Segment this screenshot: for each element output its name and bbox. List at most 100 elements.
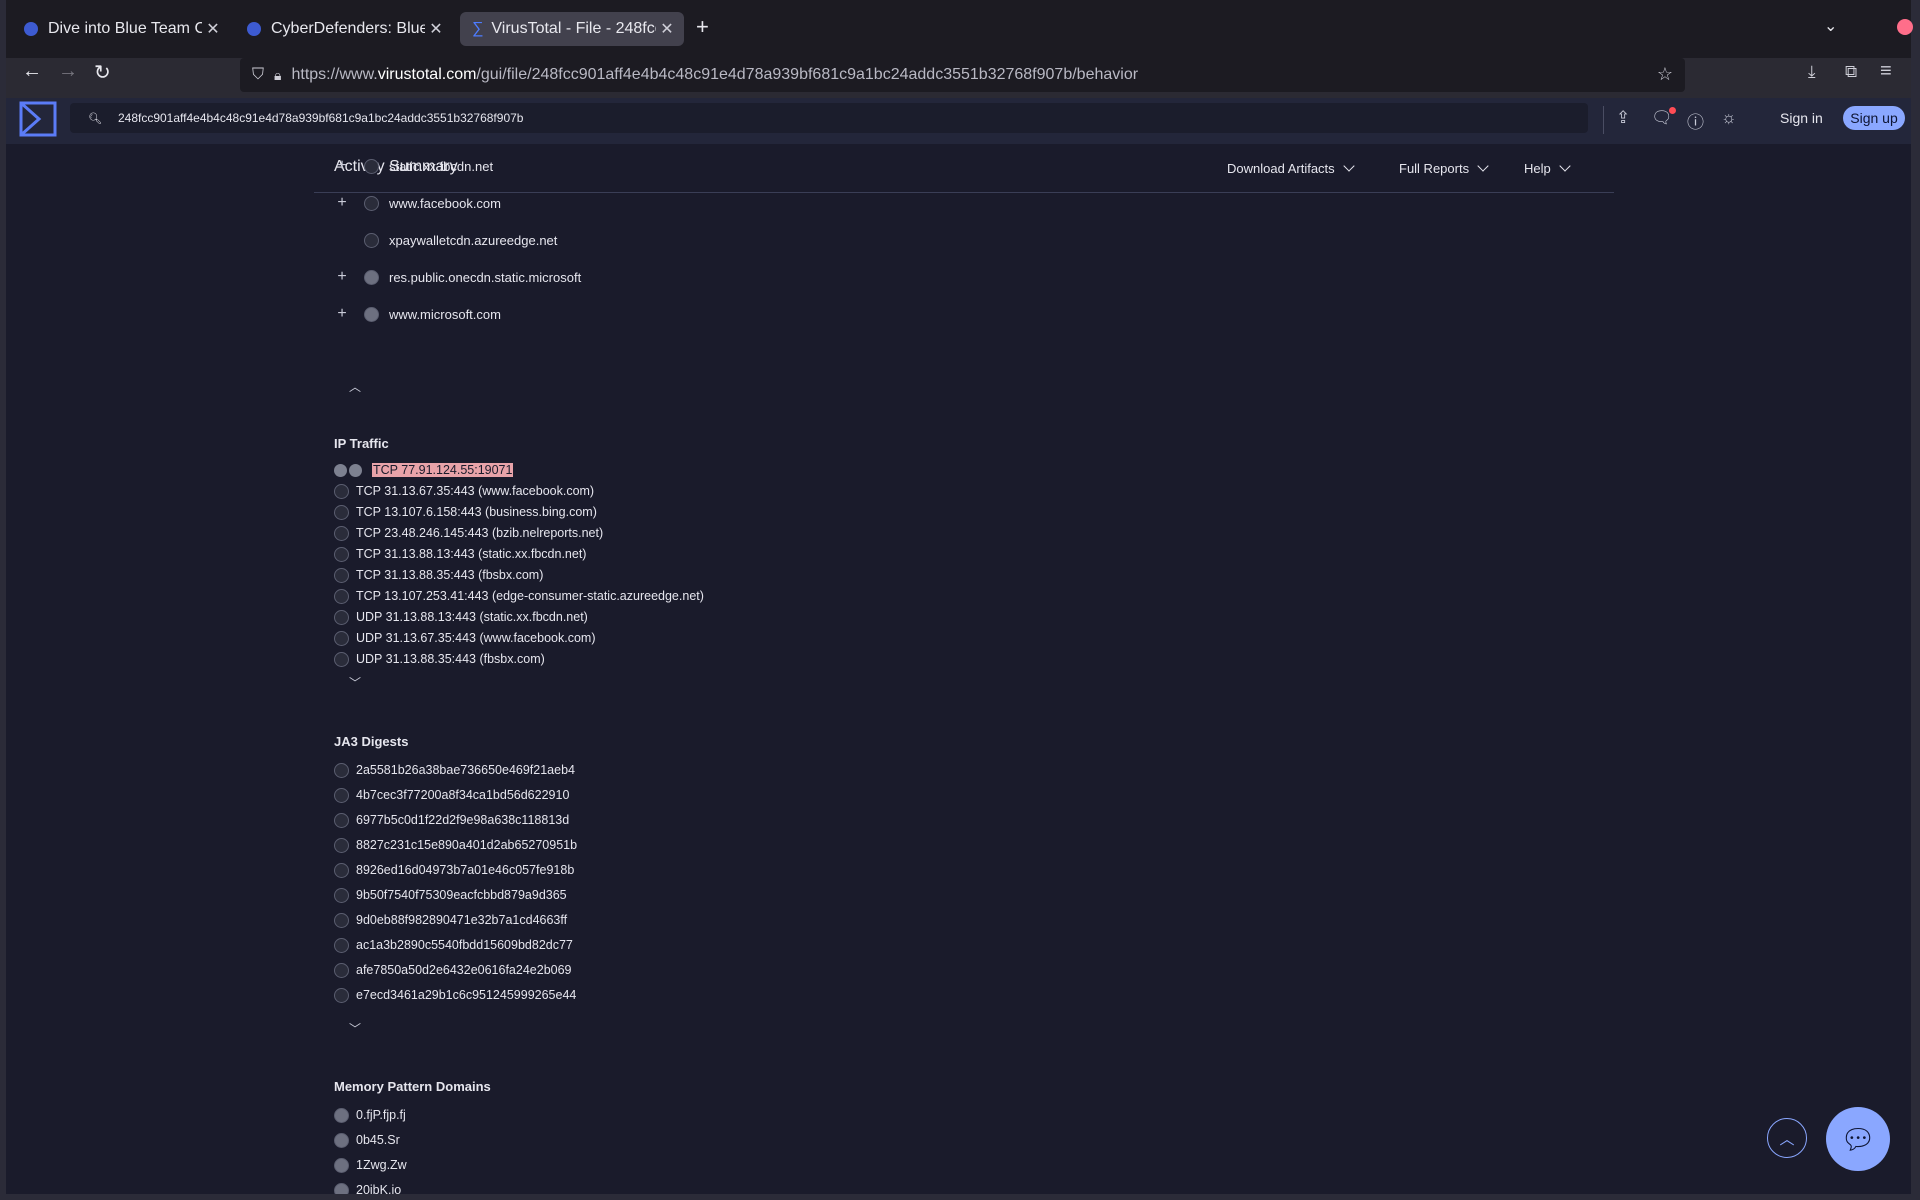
ja3-digest[interactable]: 6977b5c0d1f22d2f9e98a638c118813d [356, 813, 569, 827]
forward-icon[interactable]: → [58, 60, 78, 83]
status-icon [334, 762, 349, 778]
expand-more-icon[interactable]: ﹀ [349, 674, 361, 691]
list-item[interactable]: TCP 31.13.88.13:443 (static.xx.fbcdn.net… [334, 545, 586, 563]
ip-traffic-entry[interactable]: TCP 31.13.67.35:443 (www.facebook.com) [356, 484, 594, 498]
tab-virustotal[interactable]: ∑ VirusTotal - File - 248fcc9 ✕ [460, 12, 684, 46]
ja3-digest[interactable]: e7ecd3461a29b1c6c951245999265e44 [356, 988, 576, 1002]
close-tab-icon[interactable]: ✕ [202, 19, 224, 39]
list-item[interactable]: e7ecd3461a29b1c6c951245999265e44 [334, 986, 576, 1004]
download-artifacts-menu[interactable]: Download Artifacts [1227, 160, 1355, 176]
ja3-digest[interactable]: 2a5581b26a38bae736650e469f21aeb4 [356, 763, 575, 777]
tab-dive-into-blue-team[interactable]: Dive into Blue Team CTF C ✕ [12, 12, 230, 46]
list-item[interactable]: TCP 31.13.88.35:443 (fbsbx.com) [334, 566, 543, 584]
help-icon[interactable]: ⓘ [1687, 108, 1704, 133]
downloads-icon[interactable]: ⤓ [1808, 62, 1816, 82]
expand-icon[interactable]: + [332, 268, 352, 286]
ja3-digest[interactable]: 9b50f7540f75309eacfcbbd879a9d365 [356, 888, 567, 902]
ja3-digest[interactable]: afe7850a50d2e6432e0616fa24e2b069 [356, 963, 572, 977]
sign-up-button[interactable]: Sign up [1843, 106, 1905, 130]
ip-traffic-entry[interactable]: UDP 31.13.88.35:443 (fbsbx.com) [356, 652, 545, 666]
lock-icon[interactable]: 🔒︎ [274, 67, 281, 84]
ip-traffic-entry[interactable]: TCP 13.107.253.41:443 (edge-consumer-sta… [356, 589, 704, 603]
list-item[interactable]: afe7850a50d2e6432e0616fa24e2b069 [334, 961, 572, 979]
list-item[interactable]: 20jbK.jo [334, 1181, 401, 1194]
list-item[interactable]: TCP 31.13.67.35:443 (www.facebook.com) [334, 482, 594, 500]
search-input[interactable]: 248fcc901aff4e4b4c48c91e4d78a939bf681c9a… [118, 111, 524, 125]
memory-domain[interactable]: 0.fjP.fjp.fj [356, 1108, 406, 1122]
status-icon [334, 987, 349, 1003]
help-menu[interactable]: Help [1524, 160, 1571, 176]
memory-domain[interactable]: 20jbK.jo [356, 1183, 401, 1194]
list-item[interactable]: + xpaywalletcdn.azureedge.net [332, 230, 557, 250]
list-item[interactable]: TCP 23.48.246.145:443 (bzib.nelreports.n… [334, 524, 603, 542]
list-item[interactable]: 0.fjP.fjp.fj [334, 1106, 406, 1124]
domain-name[interactable]: xpaywalletcdn.azureedge.net [389, 233, 557, 248]
back-icon[interactable]: ← [22, 60, 42, 83]
ip-traffic-highlighted[interactable]: TCP 77.91.124.55:19071 [334, 461, 514, 479]
reload-icon[interactable]: ↻ [94, 60, 111, 85]
ja3-digest[interactable]: 8926ed16d04973b7a01e46c057fe918b [356, 863, 574, 877]
list-item[interactable]: UDP 31.13.88.35:443 (fbsbx.com) [334, 650, 545, 668]
list-item[interactable]: 9b50f7540f75309eacfcbbd879a9d365 [334, 886, 567, 904]
list-item[interactable]: + www.microsoft.com [332, 304, 501, 324]
ip-traffic-entry[interactable]: TCP 23.48.246.145:443 (bzib.nelreports.n… [356, 526, 603, 540]
ip-traffic-entry[interactable]: UDP 31.13.88.13:443 (static.xx.fbcdn.net… [356, 610, 588, 624]
scroll-to-top-button[interactable]: ︿ [1767, 1118, 1807, 1158]
extensions-icon[interactable]: ⧉ [1845, 62, 1857, 82]
theme-toggle-icon[interactable]: ☼ [1721, 108, 1737, 128]
ip-traffic-entry[interactable]: UDP 31.13.67.35:443 (www.facebook.com) [356, 631, 595, 645]
list-item[interactable]: UDP 31.13.88.13:443 (static.xx.fbcdn.net… [334, 608, 588, 626]
list-item[interactable]: UDP 31.13.67.35:443 (www.facebook.com) [334, 629, 595, 647]
expand-icon[interactable]: + [332, 157, 352, 175]
list-item[interactable]: 8827c231c15e890a401d2ab65270951b [334, 836, 577, 854]
shield-icon[interactable]: ⛉ [252, 66, 264, 84]
list-item[interactable]: + res.public.onecdn.static.microsoft [332, 267, 581, 287]
list-item[interactable]: + www.facebook.com [332, 193, 501, 213]
list-all-tabs-icon[interactable]: ⌄ [1824, 16, 1837, 36]
list-item[interactable]: 8926ed16d04973b7a01e46c057fe918b [334, 861, 574, 879]
close-tab-icon[interactable]: ✕ [656, 19, 678, 39]
expand-icon[interactable]: + [332, 194, 352, 212]
list-item[interactable]: 4b7cec3f77200a8f34ca1bd56d622910 [334, 786, 569, 804]
window-close-button[interactable] [1897, 19, 1913, 35]
ip-traffic-entry[interactable]: TCP 31.13.88.13:443 (static.xx.fbcdn.net… [356, 547, 586, 561]
domain-name[interactable]: www.microsoft.com [389, 307, 501, 322]
ip-traffic-entry[interactable]: TCP 31.13.88.35:443 (fbsbx.com) [356, 568, 543, 582]
domain-name[interactable]: static.xx.fbcdn.net [389, 159, 493, 174]
list-item[interactable]: 9d0eb88f982890471e32b7a1cd4663ff [334, 911, 567, 929]
upload-icon[interactable]: ⇪ [1616, 108, 1630, 128]
search-bar[interactable]: 🔍︎ 248fcc901aff4e4b4c48c91e4d78a939bf681… [70, 103, 1588, 133]
url-bar[interactable]: ⛉ 🔒︎ https://www. virustotal.com/gui/file… [240, 58, 1685, 92]
collapse-icon[interactable]: ︿ [349, 378, 361, 395]
expand-more-icon[interactable]: ﹀ [349, 1020, 361, 1037]
memory-domain[interactable]: 1Zwg.Zw [356, 1158, 407, 1172]
full-reports-menu[interactable]: Full Reports [1399, 160, 1489, 176]
list-item[interactable]: ac1a3b2890c5540fbdd15609bd82dc77 [334, 936, 573, 954]
ip-traffic-entry[interactable]: TCP 13.107.6.158:443 (business.bing.com) [356, 505, 597, 519]
close-tab-icon[interactable]: ✕ [425, 19, 447, 39]
status-icon [364, 195, 379, 211]
sign-in-link[interactable]: Sign in [1780, 110, 1823, 126]
tab-cyberdefenders[interactable]: CyberDefenders: Blue tea ✕ [235, 12, 453, 46]
memory-domain[interactable]: 0b45.Sr [356, 1133, 400, 1147]
ja3-digest[interactable]: ac1a3b2890c5540fbdd15609bd82dc77 [356, 938, 573, 952]
list-item[interactable]: + static.xx.fbcdn.net [332, 156, 493, 176]
list-item[interactable]: 2a5581b26a38bae736650e469f21aeb4 [334, 761, 575, 779]
list-item[interactable]: TCP 13.107.253.41:443 (edge-consumer-sta… [334, 587, 704, 605]
new-tab-icon[interactable]: + [696, 14, 709, 40]
domain-name[interactable]: www.facebook.com [389, 196, 501, 211]
list-item[interactable]: 6977b5c0d1f22d2f9e98a638c118813d [334, 811, 569, 829]
chat-icon[interactable]: 💬︎ [1826, 1107, 1890, 1171]
list-item[interactable]: TCP 13.107.6.158:443 (business.bing.com) [334, 503, 597, 521]
virustotal-logo[interactable] [18, 100, 58, 138]
expand-icon[interactable]: + [332, 305, 352, 323]
menu-icon[interactable]: ≡ [1880, 60, 1892, 83]
ja3-digest[interactable]: 9d0eb88f982890471e32b7a1cd4663ff [356, 913, 567, 927]
ja3-digest[interactable]: 4b7cec3f77200a8f34ca1bd56d622910 [356, 788, 569, 802]
list-item[interactable]: 1Zwg.Zw [334, 1156, 407, 1174]
list-item[interactable]: 0b45.Sr [334, 1131, 400, 1149]
ja3-digest[interactable]: 8827c231c15e890a401d2ab65270951b [356, 838, 577, 852]
ip-traffic-entry[interactable]: TCP 77.91.124.55:19071 [372, 463, 514, 477]
domain-name[interactable]: res.public.onecdn.static.microsoft [389, 270, 581, 285]
bookmark-star-icon[interactable]: ☆ [1657, 64, 1673, 85]
